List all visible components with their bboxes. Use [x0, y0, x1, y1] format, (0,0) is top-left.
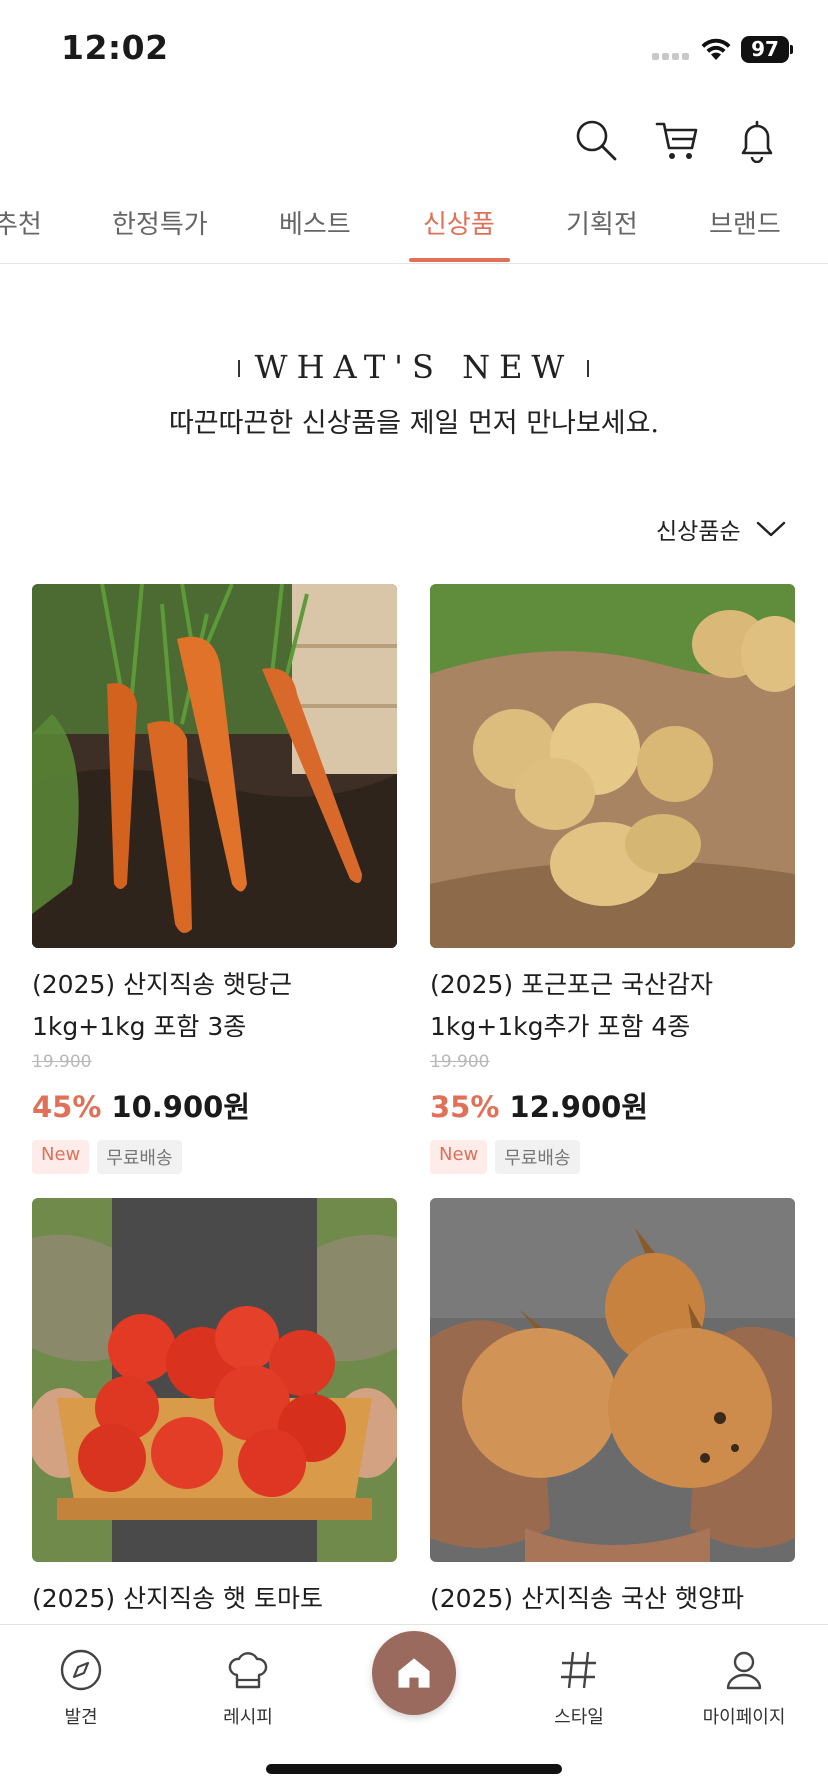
product-name-line1: (2025) 포근포근 국산감자 [430, 970, 714, 999]
compass-icon [60, 1649, 102, 1691]
category-tabs: 추천 한정특가 베스트 신상품 기획전 브랜드 [0, 190, 828, 264]
discount-rate: 45% [32, 1090, 102, 1124]
hero-subtitle: 따끈따끈한 신상품을 제일 먼저 만나보세요. [168, 408, 660, 439]
price-row: 35% 12.900원 [430, 1084, 795, 1126]
nav-label: 발견 [64, 1707, 98, 1728]
nav-label: 스타일 [554, 1707, 604, 1728]
original-price: 19.900 [32, 1052, 92, 1072]
original-price: 19.900 [430, 1052, 490, 1072]
bell-icon[interactable] [734, 117, 780, 164]
new-badge: New [430, 1140, 488, 1174]
status-time: 12:02 [61, 28, 169, 67]
chevron-down-icon [756, 521, 785, 537]
user-icon [726, 1651, 762, 1690]
tab-promotions[interactable]: 기획전 [566, 204, 638, 241]
product-name: (2025) 포근포근 국산감자 1kg+1kg추가 포함 4종 [430, 964, 795, 1048]
hero-title: WHAT'S NEW [254, 348, 574, 386]
nav-my-page[interactable]: 마이페이지 [679, 1647, 809, 1729]
nav-label: 마이페이지 [702, 1707, 786, 1728]
nav-label: 레시피 [223, 1707, 273, 1728]
product-image-onions[interactable] [430, 1198, 795, 1562]
wifi-icon [701, 38, 731, 60]
tab-new-arrivals[interactable]: 신상품 [423, 204, 495, 241]
product-name: (2025) 산지직송 국산 햇양파 [430, 1584, 744, 1613]
tab-limited-deals[interactable]: 한정특가 [112, 204, 208, 241]
product-name: (2025) 산지직송 햇 토마토 [32, 1584, 323, 1613]
product-image-potatoes[interactable] [430, 584, 795, 948]
product-name-line2: 1kg+1kg추가 포함 4종 [430, 1012, 691, 1041]
status-bar: 12:02 97 [0, 0, 828, 96]
sale-price: 12.900원 [509, 1090, 649, 1124]
product-image-tomatoes[interactable] [32, 1198, 397, 1562]
product-card[interactable]: (2025) 산지직송 햇 토마토 [32, 1198, 397, 1620]
active-tab-indicator [409, 258, 510, 262]
free-shipping-badge: 무료배송 [97, 1140, 182, 1174]
nav-discover[interactable]: 발견 [16, 1647, 146, 1729]
sort-label: 신상품순 [656, 519, 741, 545]
home-button[interactable] [372, 1631, 456, 1715]
product-card[interactable]: (2025) 포근포근 국산감자 1kg+1kg추가 포함 4종 19.900 … [430, 584, 795, 1174]
new-badge: New [32, 1140, 90, 1174]
chef-hat-icon [228, 1652, 268, 1689]
hashtag-icon [561, 1651, 596, 1689]
product-card[interactable]: (2025) 산지직송 햇당근 1kg+1kg 포함 3종 19.900 45%… [32, 584, 397, 1174]
product-tags: New 무료배송 [430, 1140, 795, 1174]
tab-best[interactable]: 베스트 [279, 204, 351, 241]
discount-rate: 35% [430, 1090, 500, 1124]
battery-cap [790, 45, 793, 54]
home-icon [398, 1658, 430, 1688]
home-indicator [266, 1764, 562, 1774]
price-row: 45% 10.900원 [32, 1084, 397, 1126]
product-tags: New 무료배송 [32, 1140, 397, 1174]
product-name-line1: (2025) 산지직송 햇당근 [32, 970, 293, 999]
sale-price: 10.900원 [111, 1090, 251, 1124]
nav-style[interactable]: 스타일 [514, 1647, 644, 1729]
nav-recipe[interactable]: 레시피 [183, 1647, 313, 1729]
tab-brands[interactable]: 브랜드 [709, 204, 781, 241]
product-card[interactable]: (2025) 산지직송 국산 햇양파 [430, 1198, 795, 1620]
hero-divider-right [587, 360, 589, 377]
product-name-line2: 1kg+1kg 포함 3종 [32, 1012, 247, 1041]
product-image-carrots[interactable] [32, 584, 397, 948]
battery-indicator: 97 [741, 36, 789, 63]
cart-icon[interactable] [654, 117, 700, 163]
free-shipping-badge: 무료배송 [495, 1140, 580, 1174]
header-actions [0, 117, 828, 167]
tab-recommended[interactable]: 추천 [0, 204, 42, 241]
cellular-signal-icon [652, 53, 689, 60]
product-name: (2025) 산지직송 햇당근 1kg+1kg 포함 3종 [32, 964, 397, 1048]
search-icon[interactable] [573, 117, 619, 163]
sort-dropdown[interactable]: 신상품순 [656, 512, 787, 546]
